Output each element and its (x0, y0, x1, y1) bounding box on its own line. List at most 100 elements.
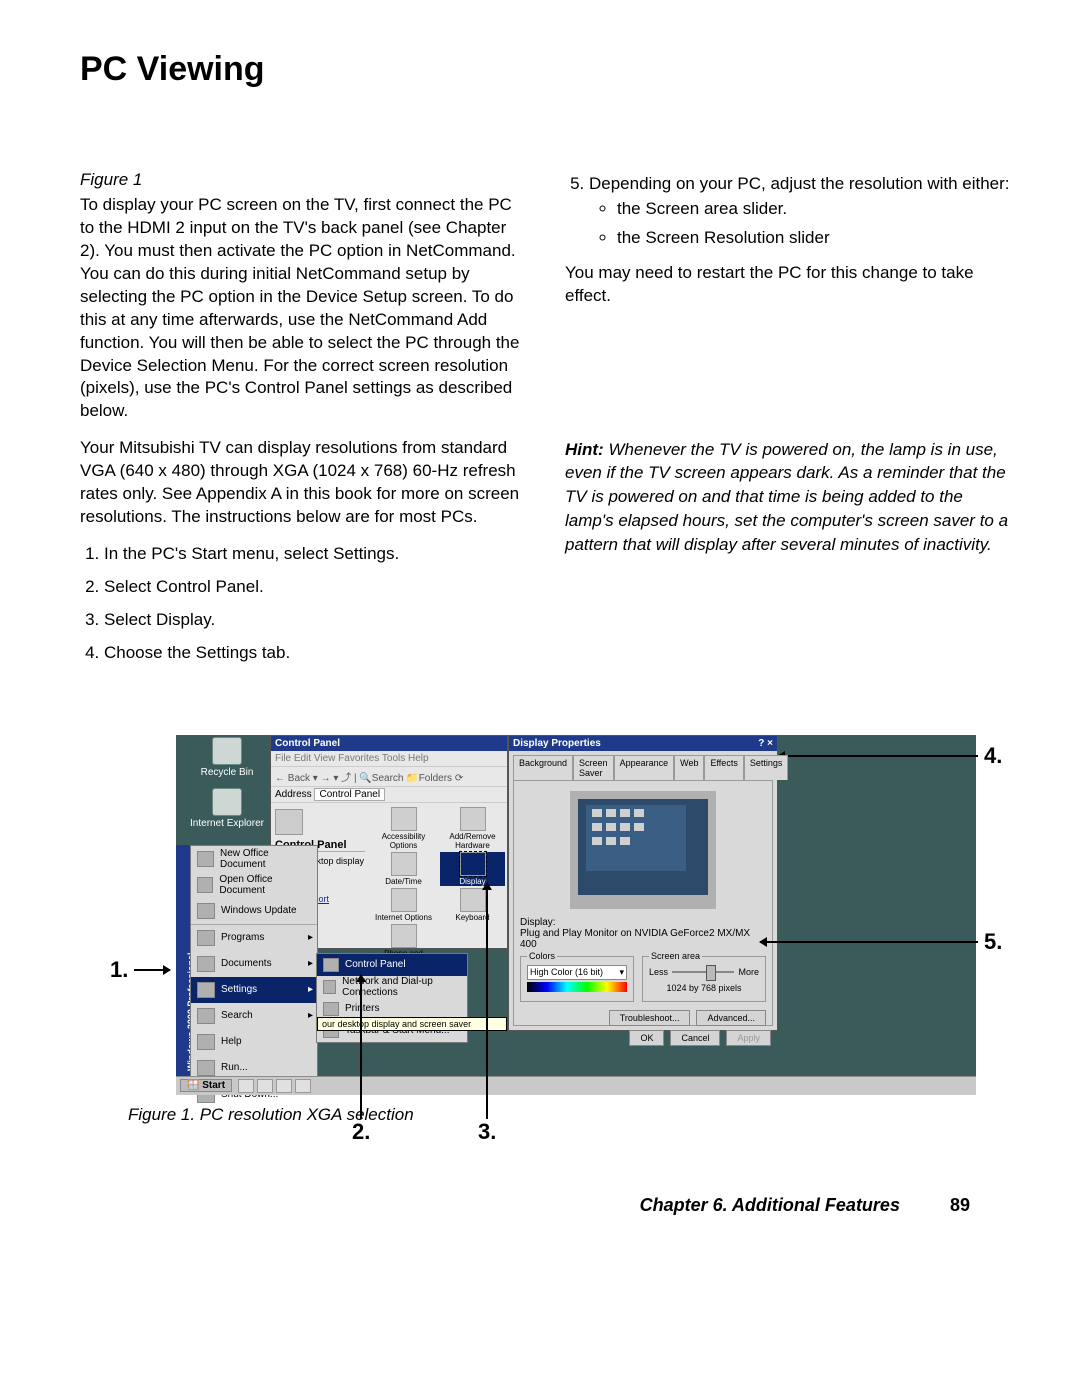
cp-icon-accessibility[interactable]: Accessibility Options (371, 807, 436, 850)
arrow-1 (134, 969, 170, 971)
start-menu-label: Documents (221, 958, 272, 969)
desktop-icon-label: Recycle Bin (182, 767, 272, 778)
address-label: Address (275, 789, 312, 800)
recycle-bin-icon (212, 737, 242, 765)
cp-icon-label: Display (440, 877, 505, 886)
step-2: Select Control Panel. (104, 576, 525, 599)
colors-value: High Color (16 bit) (530, 967, 603, 978)
desktop-icon-recycle-bin[interactable]: Recycle Bin (182, 737, 272, 778)
printers-icon (323, 1002, 339, 1016)
tab-appearance[interactable]: Appearance (614, 755, 675, 780)
submenu-label: Control Panel (345, 959, 406, 970)
start-menu-label: Windows Update (221, 905, 297, 916)
footer-chapter: Chapter 6. Additional Features (640, 1195, 900, 1216)
cp-icon-date-time[interactable]: Date/Time (371, 852, 436, 886)
start-menu-documents[interactable]: Documents (191, 951, 317, 977)
start-menu-search[interactable]: Search (191, 1003, 317, 1029)
colors-legend: Colors (527, 951, 557, 961)
arrow-3 (486, 883, 488, 1119)
tab-web[interactable]: Web (674, 755, 704, 780)
cp-folders-button[interactable]: Folders (419, 773, 452, 784)
network-icon (323, 980, 336, 994)
cp-search-button[interactable]: Search (372, 773, 404, 784)
start-menu-help[interactable]: Help (191, 1029, 317, 1055)
run-icon (197, 1060, 215, 1076)
help-icon (197, 1034, 215, 1050)
tab-screensaver[interactable]: Screen Saver (573, 755, 614, 780)
dp-tabs: Background Screen Saver Appearance Web E… (509, 751, 777, 780)
hardware-icon (460, 807, 486, 831)
cp-titlebar: Control Panel (271, 736, 507, 751)
start-menu: New Office Document Open Office Document… (190, 845, 318, 1079)
dp-window-controls[interactable]: ? × (758, 738, 773, 749)
cp-icon-keyboard[interactable]: Keyboard (440, 888, 505, 922)
step-1: In the PC's Start menu, select Settings. (104, 543, 525, 566)
start-menu-label: Programs (221, 932, 264, 943)
arrow-2 (360, 975, 362, 1119)
page-footer: Chapter 6. Additional Features 89 (0, 1155, 1080, 1236)
cp-title: Control Panel (275, 738, 340, 749)
start-button[interactable]: 🪟 Start (180, 1079, 232, 1092)
tab-settings[interactable]: Settings (744, 755, 789, 780)
cp-icon-display[interactable]: Display (440, 852, 505, 886)
start-menu-new-office-doc[interactable]: New Office Document (191, 846, 317, 872)
desktop-screenshot: Recycle Bin Internet Explorer Control Pa… (176, 735, 976, 1095)
callout-3: 3. (478, 1119, 496, 1145)
tab-background[interactable]: Background (513, 755, 573, 780)
slider-label-more: More (738, 967, 759, 977)
start-menu-label: Open Office Document (219, 874, 311, 896)
start-menu-open-office-doc[interactable]: Open Office Document (191, 872, 317, 898)
start-menu-settings[interactable]: Settings (191, 977, 317, 1003)
submenu-network[interactable]: Network and Dial-up Connections (317, 976, 467, 998)
datetime-icon (391, 852, 417, 876)
desktop-icon-internet-explorer[interactable]: Internet Explorer (182, 788, 272, 829)
tab-effects[interactable]: Effects (704, 755, 743, 780)
accessibility-icon (391, 807, 417, 831)
cp-back-button[interactable]: Back (288, 773, 310, 784)
advanced-button[interactable]: Advanced... (696, 1010, 766, 1026)
ie-icon (212, 788, 242, 816)
intro-paragraph-2: Your Mitsubishi TV can display resolutio… (80, 437, 525, 529)
callout-1: 1. (110, 957, 128, 983)
update-icon (197, 903, 215, 919)
step-5-intro: Depending on your PC, adjust the resolut… (589, 174, 1010, 193)
color-preview-bar (527, 982, 627, 992)
hint-paragraph: Hint: Whenever the TV is powered on, the… (565, 438, 1010, 557)
callout-5: 5. (984, 929, 1002, 955)
start-menu-label: Help (221, 1036, 242, 1047)
start-menu-windows-update[interactable]: Windows Update (191, 898, 317, 924)
slider-label-less: Less (649, 967, 668, 977)
screen-area-value: 1024 by 768 pixels (649, 983, 759, 993)
phone-modem-icon (391, 924, 417, 948)
display-properties-dialog: Display Properties ? × Background Screen… (508, 735, 778, 1031)
start-menu-label: Run... (221, 1062, 248, 1073)
cp-menubar[interactable]: File Edit View Favorites Tools Help (271, 751, 507, 766)
quick-launch[interactable] (238, 1079, 311, 1093)
start-menu-programs[interactable]: Programs (191, 925, 317, 951)
submenu-control-panel[interactable]: Control Panel (317, 954, 467, 976)
cp-toolbar[interactable]: ← Back ▾ → ▾ ⤴ | 🔍Search 📁Folders ⟳ (271, 766, 507, 787)
start-menu-label: Settings (221, 984, 257, 995)
cp-icon-label: Accessibility Options (371, 832, 436, 850)
apply-button[interactable]: Apply (726, 1030, 771, 1046)
address-value[interactable]: Control Panel (314, 788, 385, 801)
callout-2: 2. (352, 1119, 370, 1145)
settings-icon (197, 982, 215, 998)
step-5-bullet-1: the Screen area slider. (617, 198, 1010, 221)
cancel-button[interactable]: Cancel (670, 1030, 720, 1046)
dp-display-value: Plug and Play Monitor on NVIDIA GeForce2… (520, 928, 750, 950)
figure-1: 1. Recycle Bin Internet Explorer Control… (128, 735, 998, 1095)
document-icon (197, 851, 214, 867)
ok-button[interactable]: OK (629, 1030, 664, 1046)
troubleshoot-button[interactable]: Troubleshoot... (609, 1010, 691, 1026)
screen-area-slider[interactable] (672, 971, 734, 973)
taskbar: 🪟 Start (176, 1076, 976, 1095)
cp-address-bar[interactable]: Address Control Panel (271, 787, 507, 803)
restart-note: You may need to restart the PC for this … (565, 262, 1010, 308)
figure-caption: Figure 1. PC resolution XGA selection (128, 1105, 1010, 1125)
internet-options-icon (391, 888, 417, 912)
cp-icon-add-remove-hardware[interactable]: Add/Remove Hardware (440, 807, 505, 850)
cp-icon-internet-options[interactable]: Internet Options (371, 888, 436, 922)
colors-select[interactable]: High Color (16 bit)▾ (527, 965, 627, 980)
dp-title: Display Properties (513, 738, 601, 749)
